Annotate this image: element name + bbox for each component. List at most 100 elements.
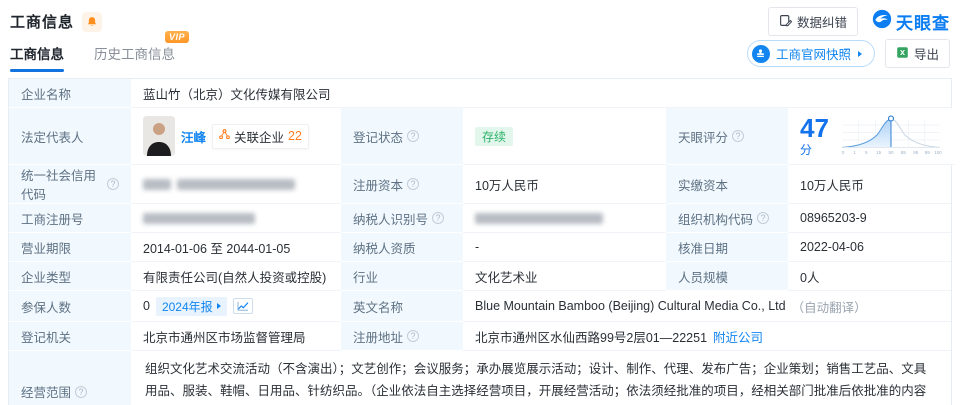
staff-size-value: 0人: [788, 262, 951, 291]
svg-text:99: 99: [925, 149, 931, 154]
business-scope-value: 组织文化艺术交流活动（不含演出）；文艺创作；会议服务；承办展览展示活动；设计、制…: [131, 351, 951, 405]
help-icon[interactable]: [432, 212, 444, 224]
business-info-page: 工商信息 数据纠错 天眼查 工商信息: [0, 0, 960, 405]
field-label: 经营范围: [9, 351, 131, 405]
approval-date-value: 2022-04-06: [788, 233, 951, 262]
industry-value: 文化艺术业: [463, 262, 666, 291]
field-label: 登记状态: [341, 108, 463, 165]
help-icon[interactable]: [407, 330, 419, 342]
page-title: 工商信息: [10, 11, 74, 32]
table-row-term-dates: 营业期限 2014-01-06 至 2044-01-05 纳税人资质 - 核准日…: [9, 233, 951, 262]
taxpayer-quality-value: -: [463, 233, 666, 262]
svg-text:95: 95: [913, 149, 919, 154]
insured-count-cell: 0 2024年报: [131, 291, 341, 322]
table-row-company-name: 企业名称 蓝山竹（北京）文化传媒有限公司: [9, 79, 951, 108]
tianyancha-logo[interactable]: 天眼查: [872, 9, 950, 34]
export-button[interactable]: 导出: [885, 39, 950, 68]
svg-text:15: 15: [876, 149, 882, 154]
table-row-reg-numbers: 工商注册号 纳税人识别号 组织机构代码 08965203-9: [9, 204, 951, 233]
score-cell: 47分: [788, 108, 955, 165]
vip-badge: VIP: [165, 31, 189, 43]
legal-rep-name-link[interactable]: 汪峰: [181, 127, 206, 146]
arrow-right-icon: [217, 303, 221, 309]
field-label: 营业期限: [9, 233, 131, 262]
table-row-business-scope: 经营范围 组织文化艺术交流活动（不含演出）；文艺创作；会议服务；承办展览展示活动…: [9, 351, 951, 405]
trend-chart-icon[interactable]: [233, 298, 253, 314]
active-tab-underline: [10, 69, 64, 72]
field-label: 组织机构代码: [666, 204, 788, 233]
reg-number-value: [131, 204, 341, 233]
score-distribution-chart: 01 515 5085 9599 100: [839, 112, 943, 161]
arrow-right-icon: [858, 51, 862, 57]
reg-address-cell: 北京市通州区水仙西路99号2层01—22251 附近公司: [463, 322, 951, 351]
field-label: 注册资本: [341, 165, 463, 204]
svg-text:100: 100: [934, 149, 942, 154]
edit-doc-icon: [779, 14, 792, 30]
help-icon[interactable]: [757, 212, 769, 224]
help-icon[interactable]: [407, 130, 419, 142]
business-info-table: 企业名称 蓝山竹（北京）文化传媒有限公司 法定代表人 汪峰 关联企业 22: [8, 78, 952, 405]
score-value: 47: [800, 113, 829, 143]
table-row-authority-address: 登记机关 北京市通州区市场监督管理局 注册地址 北京市通州区水仙西路99号2层0…: [9, 322, 951, 351]
field-label: 纳税人识别号: [341, 204, 463, 233]
status-badge: 存续: [475, 127, 513, 146]
brand-eye-icon: [872, 9, 892, 34]
tab-history-business-info[interactable]: 历史工商信息 VIP: [94, 43, 175, 72]
table-row-insured-english: 参保人数 0 2024年报 英文名称 Blue Mountain Bamboo …: [9, 291, 951, 322]
legal-rep-photo[interactable]: [143, 116, 175, 156]
redacted-text: [475, 213, 603, 224]
field-label: 登记机关: [9, 322, 131, 351]
auto-translate-note: （自动翻译）: [792, 297, 867, 316]
svg-text:85: 85: [901, 149, 907, 154]
field-label: 统一社会信用代码: [9, 165, 131, 204]
stamp-icon: [752, 45, 770, 63]
field-label: 工商注册号: [9, 204, 131, 233]
field-label: 英文名称: [341, 291, 463, 322]
reg-authority-value: 北京市通州区市场监督管理局: [131, 322, 341, 351]
section-header: 工商信息 数据纠错 天眼查: [0, 0, 960, 38]
tab-business-info[interactable]: 工商信息: [10, 43, 64, 72]
annual-report-pill[interactable]: 2024年报: [156, 297, 227, 316]
nearby-companies-link[interactable]: 附近公司: [713, 327, 763, 346]
company-name-value: 蓝山竹（北京）文化传媒有限公司: [131, 79, 951, 108]
field-label: 实缴资本: [666, 165, 788, 204]
english-name-cell: Blue Mountain Bamboo (Beijing) Cultural …: [463, 291, 951, 322]
bell-icon[interactable]: [82, 12, 102, 32]
svg-text:5: 5: [865, 149, 868, 154]
field-label: 参保人数: [9, 291, 131, 322]
table-row-type-industry: 企业类型 有限责任公司(自然人投资或控股) 行业 文化艺术业 人员规模 0人: [9, 262, 951, 291]
network-icon: [219, 129, 230, 143]
taxpayer-id-value: [463, 204, 666, 233]
reg-status-cell: 存续: [463, 108, 666, 165]
redacted-text: [143, 179, 171, 190]
official-snapshot-button[interactable]: 工商官网快照: [747, 40, 875, 67]
field-label: 法定代表人: [9, 108, 131, 165]
svg-text:50: 50: [888, 149, 894, 154]
help-icon[interactable]: [107, 178, 119, 190]
help-icon[interactable]: [75, 386, 87, 398]
field-label: 天眼评分: [666, 108, 788, 165]
field-label: 纳税人资质: [341, 233, 463, 262]
field-label: 注册地址: [341, 322, 463, 351]
svg-text:1: 1: [853, 149, 856, 154]
data-correction-button[interactable]: 数据纠错: [768, 7, 858, 36]
excel-icon: [896, 46, 909, 62]
field-label: 核准日期: [666, 233, 788, 262]
table-row-credit-capital: 统一社会信用代码 注册资本 10万人民币 实缴资本 10万人民币: [9, 165, 951, 204]
credit-code-value: [131, 165, 341, 204]
company-type-value: 有限责任公司(自然人投资或控股): [131, 262, 341, 291]
status-date-subgrid: 登记状态 存续 成立日期 2014-01-06: [341, 108, 666, 165]
field-label: 行业: [341, 262, 463, 291]
redacted-text: [177, 179, 295, 190]
legal-rep-cell: 汪峰 关联企业 22: [131, 108, 341, 165]
related-companies-badge[interactable]: 关联企业 22: [212, 124, 309, 149]
org-code-value: 08965203-9: [788, 204, 951, 233]
paid-capital-value: 10万人民币: [788, 165, 951, 204]
reg-capital-value: 10万人民币: [463, 165, 666, 204]
help-icon[interactable]: [407, 178, 419, 190]
table-row-legal-rep: 法定代表人 汪峰 关联企业 22 登记状态 存续: [9, 108, 951, 165]
tab-bar: 工商信息 历史工商信息 VIP 工商官网快照 导出: [0, 38, 960, 72]
help-icon[interactable]: [732, 130, 744, 142]
field-label: 企业名称: [9, 79, 131, 108]
field-label: 人员规模: [666, 262, 788, 291]
